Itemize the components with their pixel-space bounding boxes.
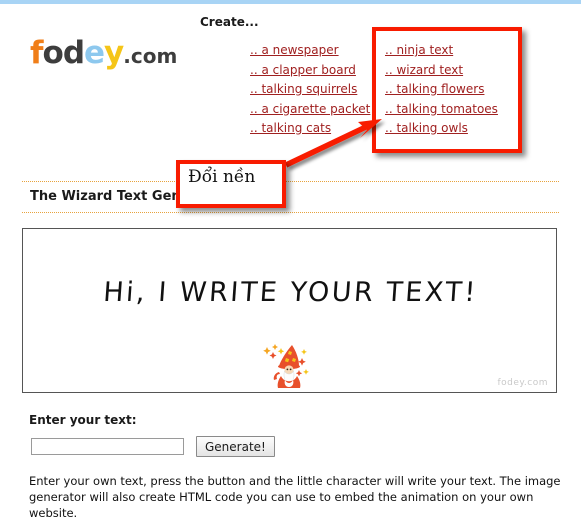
wizard-icon [263,344,309,388]
nav-link-talking-squirrels[interactable]: .. talking squirrels [250,80,370,100]
logo-letter-y: y [104,35,124,71]
generate-button[interactable]: Generate! [196,436,275,457]
nav-link-talking-owls[interactable]: .. talking owls [385,119,498,139]
nav-link-wizard-text[interactable]: .. wizard text [385,61,498,81]
create-heading: Create... [200,15,259,29]
generated-image-panel: Hi, I WRITE YOUR TEXT! fodey.com [22,228,557,393]
logo-letter-o: o [42,35,64,71]
annotation-note-text: Đổi nền [188,167,256,187]
logo-letter-f: f [30,35,43,71]
logo-letter-d: d [62,35,85,71]
nav-link-talking-tomatoes[interactable]: .. talking tomatoes [385,100,498,120]
nav-link-clapper-board[interactable]: .. a clapper board [250,61,370,81]
divider-below-title [22,212,559,213]
nav-column-right: .. ninja text .. wizard text .. talking … [385,41,498,139]
logo-letter-e: e [84,35,105,71]
nav-link-talking-flowers[interactable]: .. talking flowers [385,80,498,100]
nav-column-left: .. a newspaper .. a clapper board .. tal… [250,41,370,139]
nav-link-ninja-text[interactable]: .. ninja text [385,41,498,61]
nav-link-newspaper[interactable]: .. a newspaper [250,41,370,61]
nav-link-cigarette-packet[interactable]: .. a cigarette packet [250,100,370,120]
image-watermark: fodey.com [497,378,548,388]
text-input-label: Enter your text: [29,413,137,427]
annotation-note-box: Đổi nền [176,160,286,208]
text-input[interactable] [31,438,184,455]
divider-above-title [22,181,559,182]
top-accent-bar [0,0,581,4]
nav-link-talking-cats[interactable]: .. talking cats [250,119,370,139]
page-description: Enter your own text, press the button an… [29,474,561,520]
logo-tld: .com [123,44,178,68]
handwritten-preview-text: Hi, I WRITE YOUR TEXT! [102,277,479,308]
page-title: The Wizard Text Gene [30,189,190,204]
site-logo[interactable]: fodey.com [30,38,177,69]
